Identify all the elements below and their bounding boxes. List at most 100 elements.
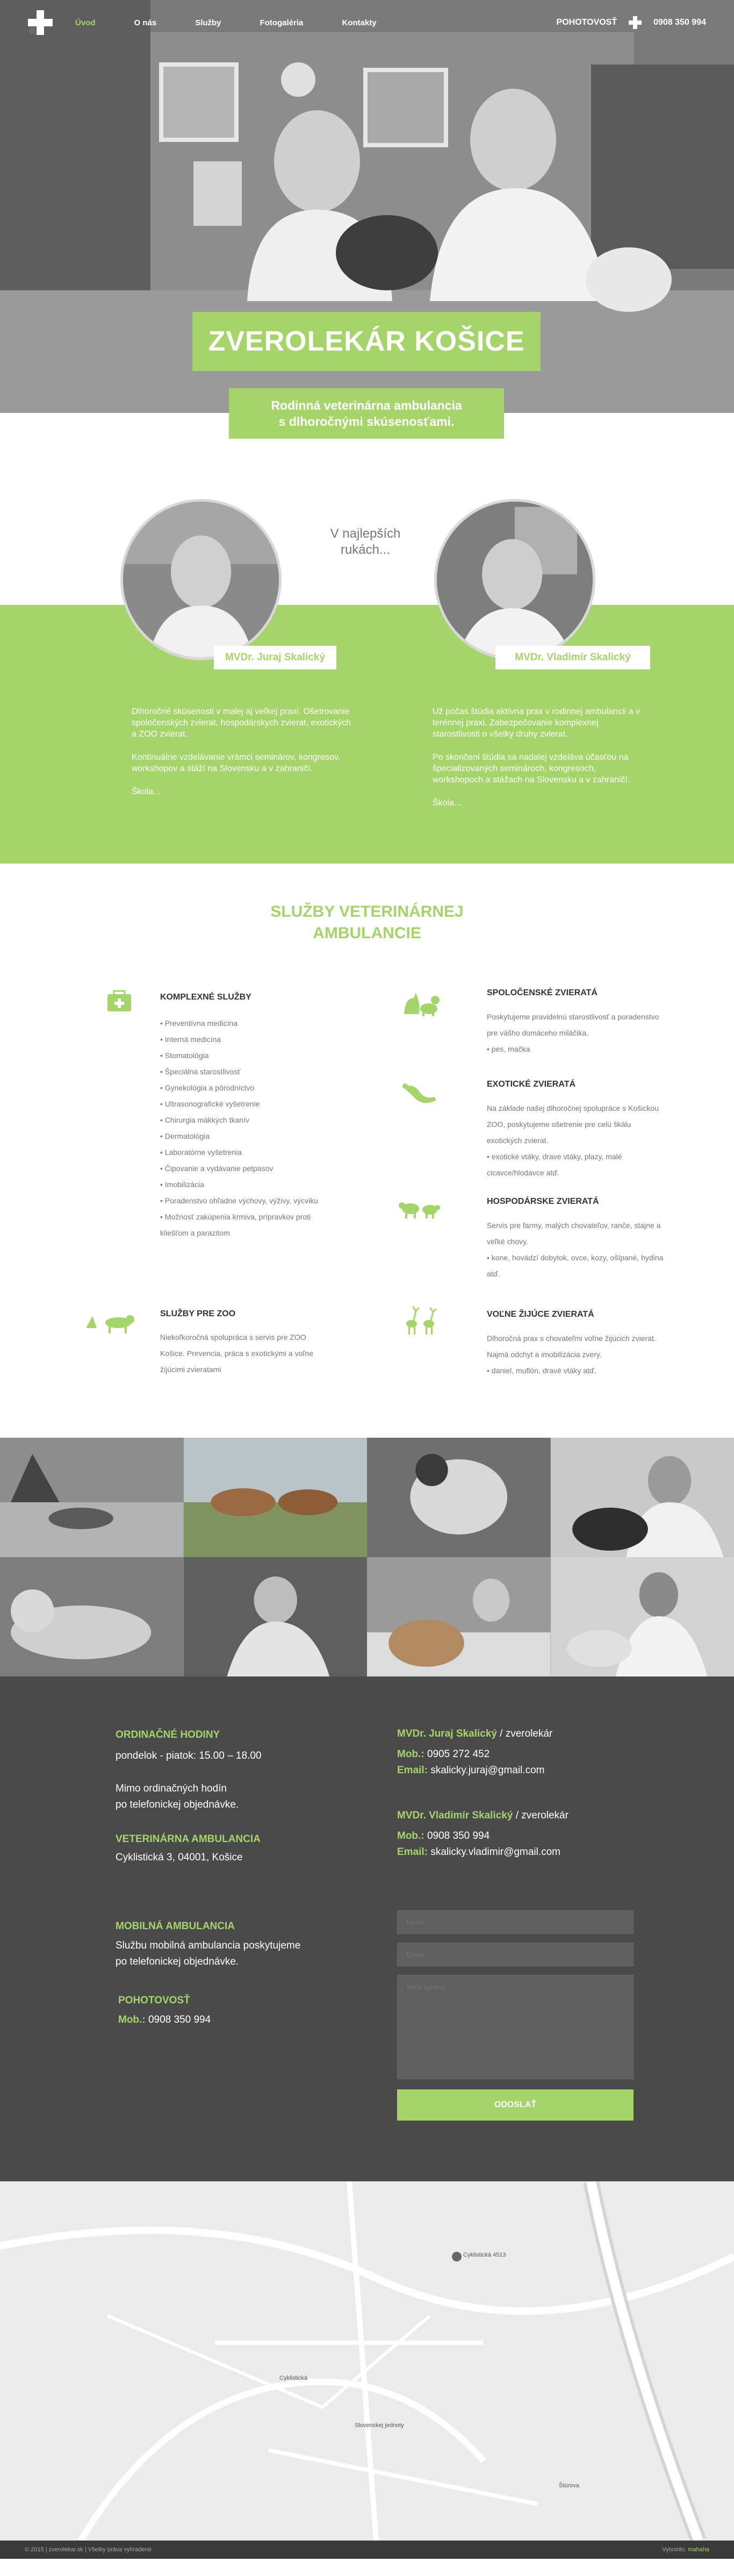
emergency-phone[interactable]: 0908 350 994 bbox=[653, 18, 706, 27]
services-title: SLUŽBY VETERINÁRNEJ AMBULANCIE bbox=[206, 901, 528, 944]
zoo-animals-icon bbox=[86, 1315, 134, 1333]
email-input[interactable] bbox=[397, 1943, 634, 1966]
emergency-phone-number[interactable]: 0908 350 994 bbox=[148, 2014, 211, 2025]
gallery-image[interactable] bbox=[0, 1438, 184, 1557]
list-item: • Poradenstvo ohľadne výchovy, výživy, v… bbox=[160, 1196, 319, 1205]
gallery-image[interactable] bbox=[367, 1557, 551, 1676]
list-item: • daniel, muflón, dravé vtáky atď. bbox=[487, 1366, 596, 1375]
mobile-clinic-line1: Službu mobilná ambulancia poskytujeme bbox=[116, 1940, 301, 1951]
mobile-clinic-line2: po telefonickej objednávke. bbox=[116, 1956, 239, 1967]
doctor1-heading: MVDr. Juraj Skalický / zverolekár bbox=[397, 1726, 552, 1742]
service-exotic-text: Na základe našej dlhoročnej spolupráce s… bbox=[487, 1104, 659, 1145]
logo-icon[interactable] bbox=[28, 10, 53, 35]
doctor-vladimir-name: MVDr. Vladimír Skalický bbox=[495, 646, 650, 669]
service-farm-title: HOSPODÁRSKE ZVIERATÁ bbox=[487, 1197, 599, 1206]
list-item: • Možnosť zakúpenia krmiva, prípravkov p… bbox=[160, 1212, 311, 1237]
service-pets-text: Poskytujeme pravidelnú starostlivosť a p… bbox=[487, 1012, 659, 1037]
medical-cross-icon bbox=[629, 16, 642, 29]
gallery-image[interactable] bbox=[183, 1557, 367, 1676]
doctor1-email-line: Email: skalicky.juraj@gmail.com bbox=[397, 1762, 552, 1779]
list-item: • Špeciálna starostlivosť bbox=[160, 1067, 241, 1076]
services-title-line1: SLUŽBY VETERINÁRNEJ bbox=[270, 903, 464, 920]
nav-item-uvod[interactable]: Úvod bbox=[75, 18, 96, 27]
list-item: • Interná medicína bbox=[160, 1035, 221, 1044]
location-map[interactable]: Cyklistická 4513 Cyklistická Slovenskej … bbox=[0, 2181, 734, 2541]
main-menu: Úvod O nás Služby Fotogaléria Kontakty bbox=[75, 18, 377, 27]
list-item: • Gynekológia a pôrodníctvo bbox=[160, 1083, 255, 1092]
doctors-tagline-line2: rukách... bbox=[340, 543, 391, 557]
copyright-text: © 2015 | zverolekar.sk | Všetky práva vy… bbox=[25, 2546, 152, 2553]
list-item: • kone, hovädzí dobytok, ovce, kozy, oší… bbox=[487, 1253, 664, 1278]
exotic-bird-icon bbox=[402, 1083, 436, 1103]
gallery-image[interactable] bbox=[550, 1557, 734, 1676]
doctor2-phone-line: Mob.: 0908 350 994 bbox=[397, 1828, 569, 1844]
service-farm-body: Servis pre farmy, malých chovateľov, ran… bbox=[487, 1217, 664, 1282]
services-title-line2: AMBULANCIE bbox=[313, 924, 421, 942]
gallery-image[interactable] bbox=[367, 1438, 551, 1557]
doctor1-email[interactable]: skalicky.juraj@gmail.com bbox=[430, 1765, 544, 1776]
deer-icon bbox=[406, 1306, 437, 1335]
emergency-title: POHOTOVOSŤ bbox=[118, 1995, 190, 2006]
list-item: • Laboratórne vyšetrenia bbox=[160, 1148, 242, 1157]
contact-section: ORDINAČNÉ HODINY pondelok - piatok: 15.0… bbox=[0, 1676, 734, 2181]
doctor2-phone[interactable]: 0908 350 994 bbox=[427, 1830, 490, 1842]
doctor1-phone[interactable]: 0905 272 452 bbox=[427, 1749, 490, 1760]
mobile-clinic-title: MOBILNÁ AMBULANCIA bbox=[116, 1921, 235, 1932]
doctor2-name: MVDr. Vladimír Skalický bbox=[397, 1810, 513, 1821]
list-item: • pes, mačka bbox=[487, 1045, 530, 1053]
message-textarea[interactable] bbox=[397, 1975, 634, 2079]
doctor2-email-label: Email: bbox=[397, 1846, 428, 1858]
gallery-image[interactable] bbox=[0, 1557, 184, 1676]
doctor-juraj-more-link[interactable]: Škola... bbox=[132, 787, 160, 796]
service-wild-text: Dlhoročná prax s chovateľmi voľne žijúci… bbox=[487, 1334, 656, 1359]
service-wild-title: VOĽNE ŽIJÚCE ZVIERATÁ bbox=[487, 1310, 594, 1319]
footer-credit: Vytvorilo: mahaha bbox=[662, 2546, 709, 2553]
mobile-clinic-text: Službu mobilná ambulancia poskytujeme po… bbox=[116, 1938, 300, 1970]
service-pets-title: SPOLOČENSKÉ ZVIERATÁ bbox=[487, 988, 598, 997]
outside-hours-line2: po telefonickej objednávke. bbox=[116, 1799, 239, 1810]
doctor-vladimir-more-link[interactable]: Škola... bbox=[433, 798, 461, 808]
service-zoo-title: SLUŽBY PRE ZOO bbox=[160, 1309, 236, 1318]
outside-hours-text: Mimo ordinačných hodín po telefonickej o… bbox=[116, 1781, 239, 1813]
doctor-juraj-bio-p1: Dlhoročné skúsenosti v malej aj veľkej p… bbox=[132, 707, 351, 739]
send-button[interactable]: ODOSLAŤ bbox=[397, 2089, 634, 2121]
doctor1-contact: MVDr. Juraj Skalický / zverolekár Mob.: … bbox=[397, 1726, 552, 1779]
map-pin-label: Cyklistická 4513 bbox=[463, 2252, 506, 2258]
doctors-tagline: V najlepších rukách... bbox=[322, 526, 408, 558]
medical-kit-icon bbox=[107, 990, 131, 1011]
map-street-label: Slovenskej jednoty bbox=[355, 2422, 404, 2429]
map-street-label: Štúrova bbox=[559, 2482, 579, 2489]
doctor1-mob-label: Mob.: bbox=[397, 1749, 424, 1760]
doctor1-name: MVDr. Juraj Skalický bbox=[397, 1728, 497, 1739]
map-canvas[interactable] bbox=[0, 2181, 734, 2541]
doctor2-email[interactable]: skalicky.vladimir@gmail.com bbox=[430, 1846, 560, 1858]
map-street-label: Cyklistická bbox=[279, 2375, 307, 2381]
doctor-juraj-photo bbox=[120, 499, 282, 660]
emergency-label: POHOTOVOSŤ bbox=[556, 18, 617, 27]
credit-label: Vytvorilo: bbox=[662, 2546, 687, 2553]
service-farm-text: Servis pre farmy, malých chovateľov, ran… bbox=[487, 1221, 661, 1246]
emergency-mob-label: Mob.: bbox=[118, 2014, 146, 2025]
doctor2-contact: MVDr. Vladimír Skalický / zverolekár Mob… bbox=[397, 1808, 569, 1860]
hero-subtitle-line2: s dlhoročnými skúsenosťami. bbox=[278, 415, 455, 429]
doctor2-heading: MVDr. Vladimír Skalický / zverolekár bbox=[397, 1808, 569, 1824]
name-input[interactable] bbox=[397, 1910, 634, 1934]
service-exotic-title: EXOTICKÉ ZVIERATÁ bbox=[487, 1080, 576, 1089]
nav-item-fotogaleria[interactable]: Fotogaléria bbox=[260, 18, 304, 27]
clinic-title: VETERINÁRNA AMBULANCIA bbox=[116, 1833, 261, 1845]
nav-item-sluzby[interactable]: Služby bbox=[195, 18, 221, 27]
services-section: SLUŽBY VETERINÁRNEJ AMBULANCIE KOMPLEXNÉ… bbox=[0, 864, 734, 1438]
hours-title: ORDINAČNÉ HODINY bbox=[116, 1729, 220, 1740]
hero-title: ZVEROLEKÁR KOŠICE bbox=[192, 312, 541, 371]
credit-link[interactable]: mahaha bbox=[688, 2546, 709, 2553]
gallery-image[interactable] bbox=[550, 1438, 734, 1557]
farm-animals-icon bbox=[399, 1202, 440, 1218]
nav-item-o-nas[interactable]: O nás bbox=[134, 18, 157, 27]
list-item: • Stomatológia bbox=[160, 1051, 209, 1060]
emergency-contact: POHOTOVOSŤ 0908 350 994 bbox=[557, 16, 706, 29]
doctor2-mob-label: Mob.: bbox=[397, 1830, 424, 1842]
nav-item-kontakty[interactable]: Kontakty bbox=[342, 18, 376, 27]
doctor-vladimir-photo bbox=[434, 499, 595, 660]
gallery-image[interactable] bbox=[183, 1438, 367, 1557]
service-complex-title: KOMPLEXNÉ SLUŽBY bbox=[160, 993, 251, 1002]
